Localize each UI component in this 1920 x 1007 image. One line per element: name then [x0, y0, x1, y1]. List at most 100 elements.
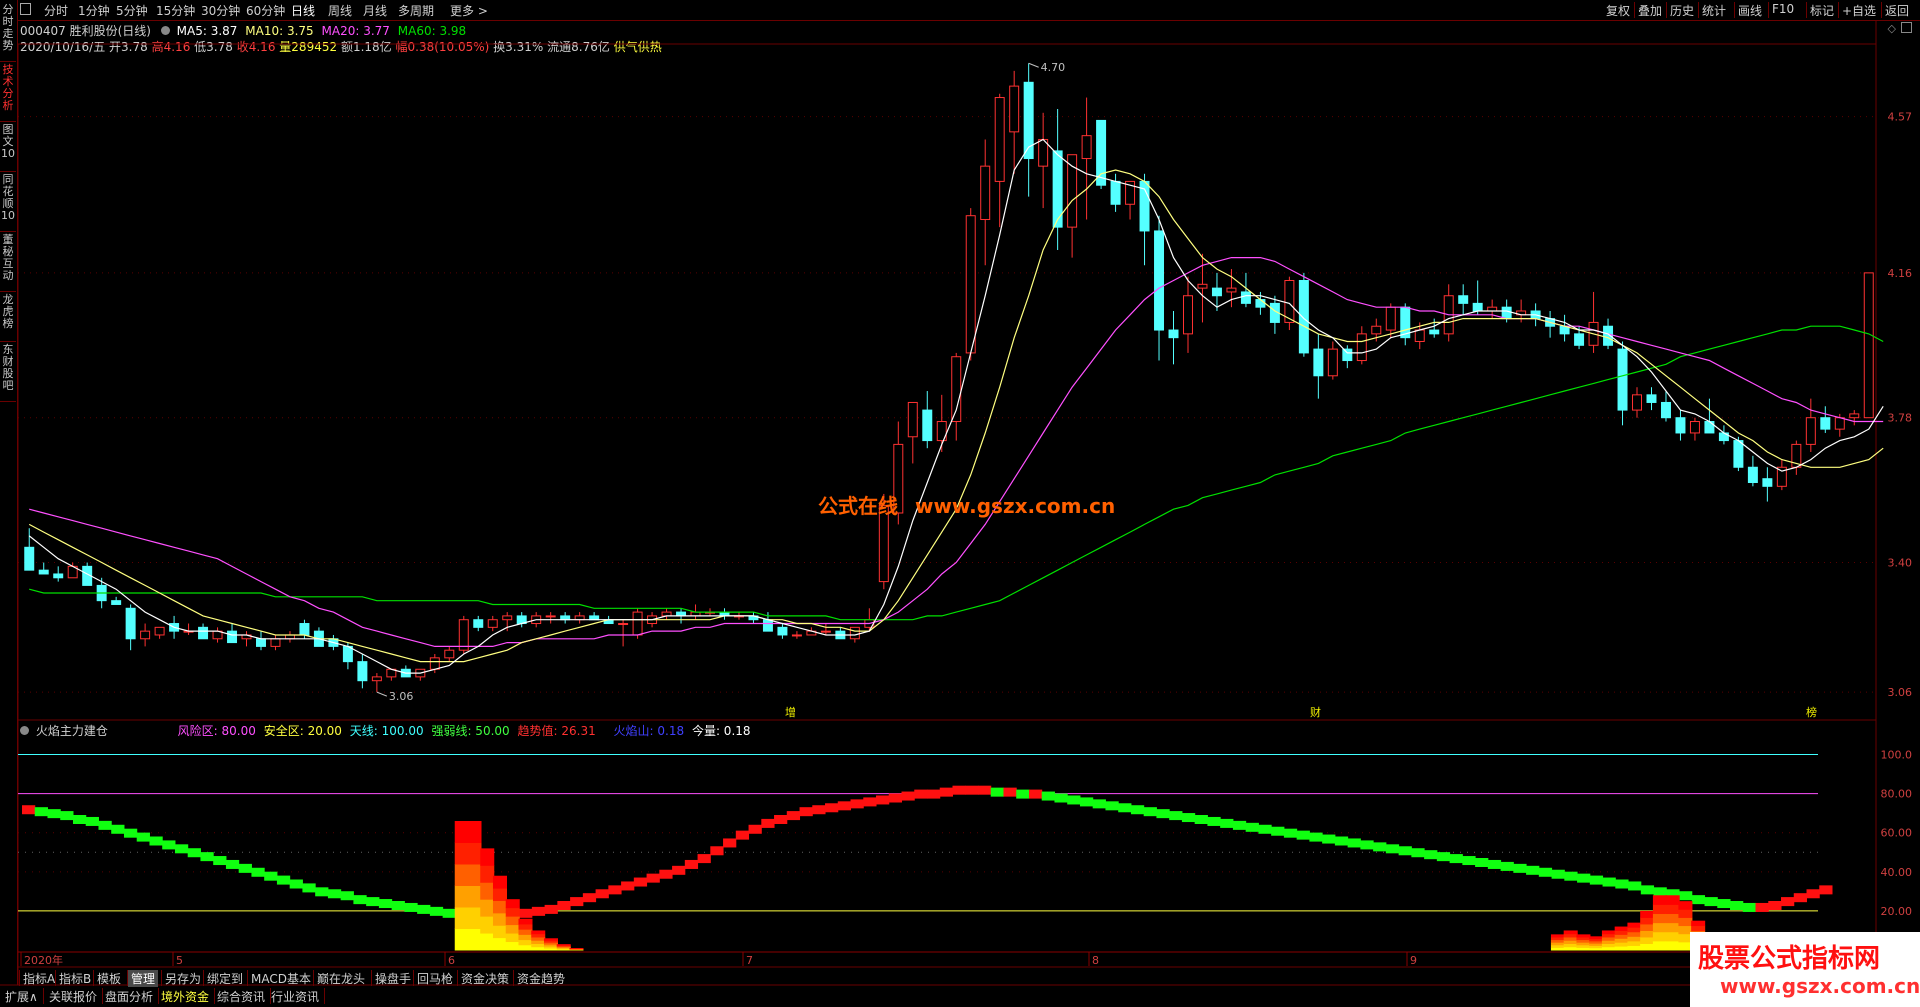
- trend-step: [47, 809, 61, 819]
- extension-tab-1[interactable]: 扩展∧: [2, 988, 41, 1005]
- extension-tab-6[interactable]: 行业资讯: [268, 988, 322, 1005]
- candle: [777, 623, 788, 639]
- toolbar-right-6[interactable]: F10: [1772, 2, 1794, 16]
- indicator-axis-label: 20.00: [1881, 905, 1913, 918]
- trend-step: [952, 785, 966, 795]
- trend-step: [1105, 801, 1119, 811]
- toolbar-right-7[interactable]: 标记: [1810, 2, 1834, 19]
- period-tab-10[interactable]: 多周期: [398, 2, 434, 19]
- indicator-template-11[interactable]: 资金决策: [458, 970, 512, 987]
- toolbar-right-1[interactable]: 复权: [1606, 2, 1630, 19]
- trend-step: [582, 893, 597, 903]
- candle: [183, 623, 194, 635]
- trend-step: [519, 908, 533, 918]
- trend-step: [1398, 846, 1412, 856]
- indicator-template-4[interactable]: 管理: [128, 970, 159, 987]
- trend-step: [1067, 795, 1081, 805]
- extension-tab-2[interactable]: 关联报价: [46, 988, 100, 1005]
- event-mark: 榜: [1806, 705, 1817, 719]
- toolbar-right-3[interactable]: 历史: [1670, 2, 1694, 19]
- period-tab-2[interactable]: 1分钟: [78, 2, 110, 19]
- indicator-template-3[interactable]: 模板: [94, 970, 124, 987]
- period-tab-3[interactable]: 5分钟: [116, 2, 148, 19]
- trend-step: [98, 820, 112, 830]
- trend-step: [340, 891, 354, 901]
- trend-step: [1271, 826, 1285, 836]
- toolbar-right-5[interactable]: 画线: [1738, 2, 1762, 19]
- indicator-template-2[interactable]: 指标B: [56, 970, 94, 987]
- indicator-template-9[interactable]: 操盘手: [372, 970, 414, 987]
- candles: [24, 63, 1874, 693]
- date-axis-label: 8: [1092, 954, 1099, 967]
- toolbar-divider: [1698, 2, 1699, 18]
- indicator-template-6[interactable]: 绑定到: [204, 970, 246, 987]
- candle: [1617, 341, 1628, 426]
- indicator-template-10[interactable]: 回马枪: [414, 970, 456, 987]
- toolbar-right-9[interactable]: 返回: [1885, 2, 1909, 19]
- candle: [1429, 318, 1440, 338]
- trend-step: [544, 904, 558, 914]
- period-tab-6[interactable]: 60分钟: [246, 2, 285, 19]
- period-tab-7[interactable]: 日线: [291, 2, 315, 19]
- panel-maximize-icon[interactable]: [1901, 22, 1912, 33]
- extension-tab-5[interactable]: 综合资讯: [214, 988, 268, 1005]
- indicator-template-5[interactable]: 另存为: [162, 970, 204, 987]
- candle: [1183, 276, 1193, 353]
- period-tab-4[interactable]: 15分钟: [156, 2, 195, 19]
- indicator-template-1[interactable]: 指标A: [20, 970, 58, 987]
- candle: [1632, 387, 1642, 418]
- toolbar-right-2[interactable]: 叠加: [1638, 2, 1662, 19]
- trend-step: [761, 818, 775, 828]
- date-axis-label: 7: [746, 954, 753, 967]
- extension-tab-4[interactable]: 境外资金: [158, 988, 212, 1005]
- trend-step: [748, 824, 762, 834]
- candle: [256, 631, 266, 651]
- indicator-trend: 趋势值: 26.31: [517, 724, 596, 738]
- trend-step: [1551, 869, 1565, 879]
- trend-step: [965, 785, 979, 795]
- candle: [748, 612, 759, 624]
- candle: [1747, 455, 1758, 487]
- candle: [270, 634, 281, 651]
- period-tab-11[interactable]: 更多 >: [450, 2, 488, 19]
- candle: [1067, 154, 1078, 258]
- toolbar-right-8[interactable]: +自选: [1842, 2, 1876, 19]
- indicator-template-8[interactable]: 巅在龙头: [314, 970, 368, 987]
- indicator-toggle-icon[interactable]: [20, 726, 29, 735]
- candle: [111, 596, 122, 605]
- toolbar-right-4[interactable]: 统计: [1702, 2, 1726, 19]
- indicator-template-7[interactable]: MACD基本: [248, 970, 314, 987]
- candle: [1559, 314, 1570, 342]
- trend-step: [1079, 797, 1094, 807]
- candle: [1646, 387, 1657, 411]
- trend-step: [1016, 789, 1030, 799]
- brand-name: 股票公式指标网: [1698, 944, 1881, 974]
- trend-step: [1194, 815, 1208, 824]
- flame-bar: [1627, 922, 1642, 951]
- period-tab-9[interactable]: 月线: [363, 2, 387, 19]
- period-tab-5[interactable]: 30分钟: [201, 2, 240, 19]
- indicator-volume: 今量: 0.18: [691, 724, 751, 738]
- toolbar-divider: [1806, 2, 1807, 18]
- flame-bar: [492, 875, 508, 951]
- trend-step: [417, 904, 431, 914]
- indicator-axis-label: 80.00: [1881, 788, 1913, 801]
- low-price-label: 3.06: [389, 690, 414, 703]
- indicator-name[interactable]: 火焰主力建仓: [36, 724, 108, 738]
- candle: [1009, 70, 1020, 174]
- extension-tab-3[interactable]: 盘面分析: [102, 988, 156, 1005]
- bottom-divider-v: [43, 988, 44, 1004]
- trend-step: [557, 901, 571, 910]
- indicator-template-12[interactable]: 资金趋势: [514, 970, 568, 987]
- trend-step: [1704, 897, 1718, 907]
- low-mark-line: [376, 691, 388, 697]
- panel-diamond-icon[interactable]: ◇: [1888, 22, 1896, 35]
- date-axis-label: 2020年: [24, 953, 63, 967]
- period-tab-8[interactable]: 周线: [328, 2, 352, 19]
- trend-step: [876, 795, 890, 805]
- trend-step: [1500, 861, 1514, 871]
- trend-step: [1258, 824, 1272, 834]
- trend-step: [939, 787, 953, 797]
- trend-steps: [22, 785, 1833, 920]
- period-tab-1[interactable]: 分时: [44, 2, 68, 19]
